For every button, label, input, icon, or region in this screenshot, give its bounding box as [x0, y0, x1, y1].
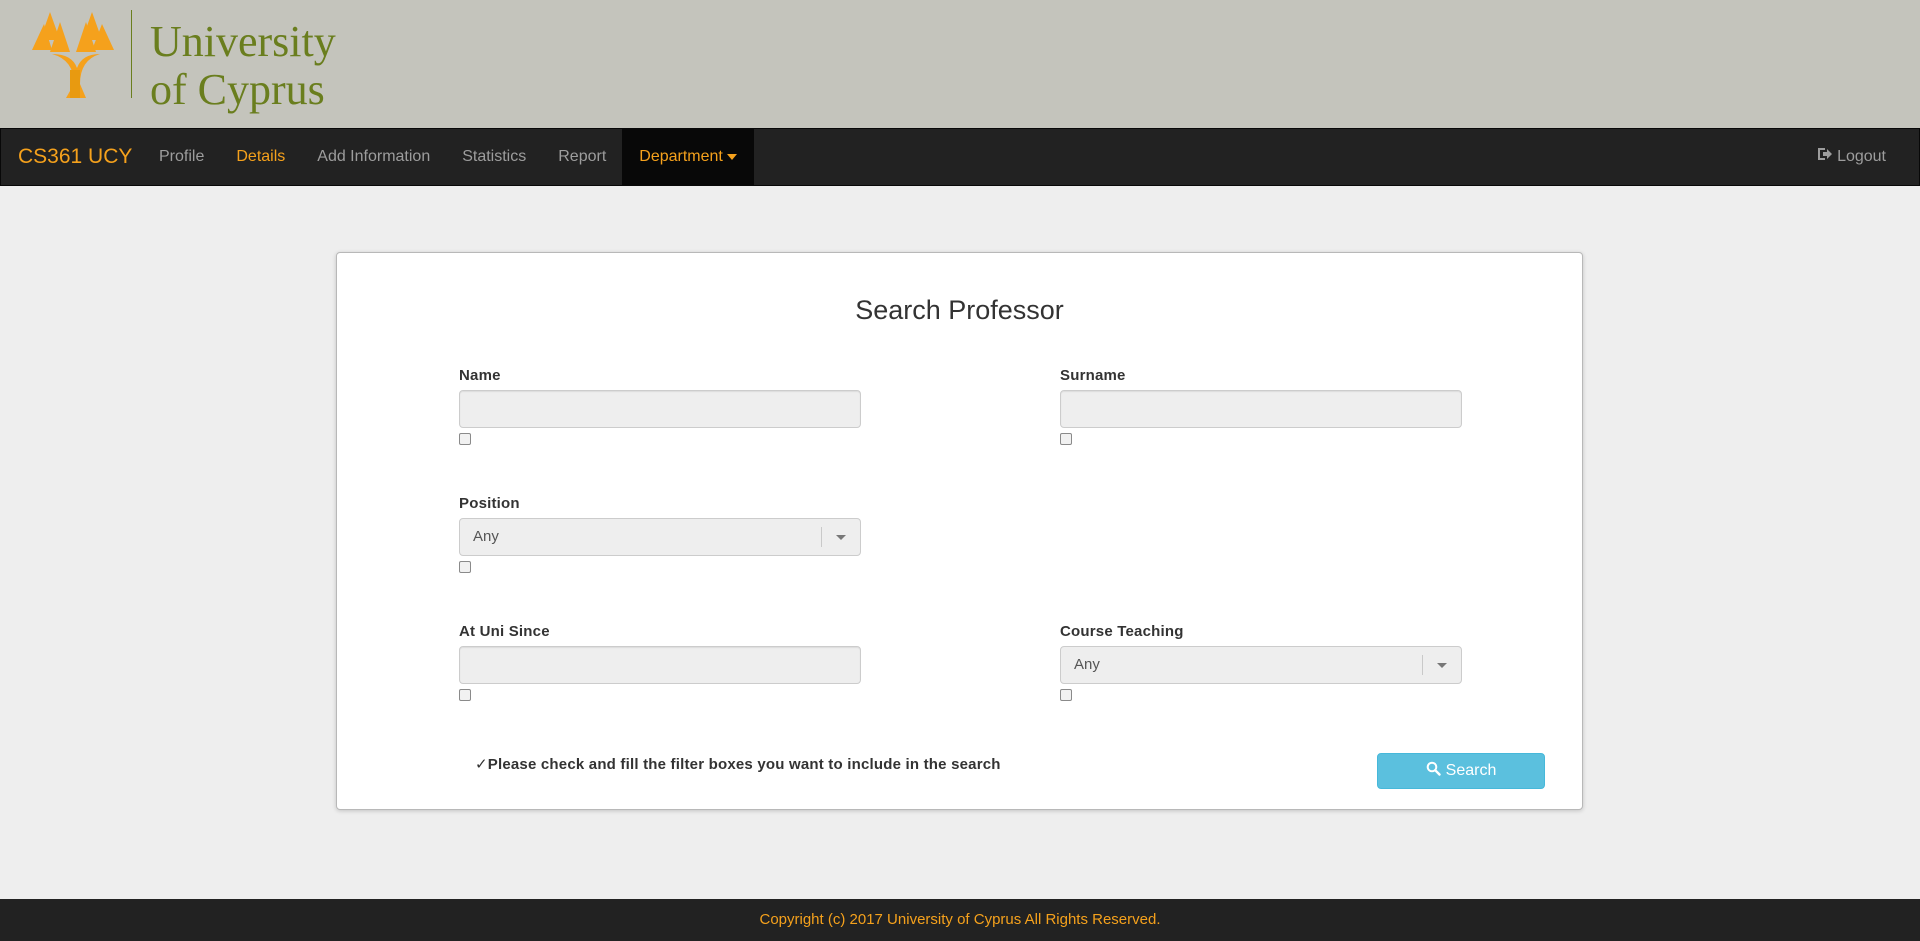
select-divider: [821, 527, 822, 547]
logo-text: University of Cyprus: [150, 18, 336, 114]
position-filter-checkbox[interactable]: [459, 561, 471, 573]
logout-label: Logout: [1837, 148, 1886, 165]
course-teaching-label: Course Teaching: [1060, 623, 1184, 640]
nav-item-department-dropdown[interactable]: Department: [622, 129, 754, 185]
name-filter-checkbox[interactable]: [459, 433, 471, 445]
surname-input[interactable]: [1060, 390, 1462, 428]
at-uni-since-filter-checkbox[interactable]: [459, 689, 471, 701]
copyright-text: Copyright (c) 2017 University of Cyprus …: [759, 911, 1161, 928]
navbar-brand[interactable]: CS361 UCY: [18, 129, 132, 185]
nav-item-profile[interactable]: Profile: [143, 129, 220, 185]
filter-instructions: ✓Please check and fill the filter boxes …: [475, 756, 1001, 773]
logo-text-line2: of Cyprus: [150, 65, 325, 114]
at-uni-since-label: At Uni Since: [459, 623, 550, 640]
position-selected-value: Any: [473, 528, 499, 545]
name-label: Name: [459, 367, 501, 384]
logout-link[interactable]: Logout: [1817, 129, 1886, 185]
site-header: University of Cyprus: [0, 0, 1920, 128]
course-teaching-filter-checkbox[interactable]: [1060, 689, 1072, 701]
at-uni-since-input[interactable]: [459, 646, 861, 684]
department-label: Department: [639, 148, 723, 165]
logo-text-line1: University: [150, 17, 336, 66]
search-professor-panel: Search Professor Name Surname Position A…: [336, 252, 1583, 810]
nav-items: Profile Details Add Information Statisti…: [143, 129, 754, 185]
name-input[interactable]: [459, 390, 861, 428]
nav-item-report[interactable]: Report: [542, 129, 622, 185]
logo-divider: [131, 10, 132, 98]
footer: Copyright (c) 2017 University of Cyprus …: [0, 899, 1920, 941]
name-field-group: Name: [459, 367, 861, 445]
chevron-down-icon: [836, 535, 846, 540]
nav-item-details[interactable]: Details: [220, 129, 301, 185]
course-teaching-selected-value: Any: [1074, 656, 1100, 673]
navbar: CS361 UCY Profile Details Add Informatio…: [0, 128, 1920, 186]
course-teaching-select[interactable]: Any: [1060, 646, 1462, 684]
at-uni-since-field-group: At Uni Since: [459, 623, 861, 701]
surname-filter-checkbox[interactable]: [1060, 433, 1072, 445]
search-button[interactable]: Search: [1377, 753, 1545, 789]
logout-icon: [1817, 129, 1833, 185]
chevron-down-icon: [1437, 663, 1447, 668]
position-field-group: Position Any: [459, 495, 861, 573]
search-button-label: Search: [1445, 762, 1497, 779]
nav-item-statistics[interactable]: Statistics: [446, 129, 542, 185]
position-label: Position: [459, 495, 520, 512]
caret-down-icon: [726, 153, 737, 160]
position-select[interactable]: Any: [459, 518, 861, 556]
course-teaching-field-group: Course Teaching Any: [1060, 623, 1462, 701]
surname-label: Surname: [1060, 367, 1126, 384]
panel-title: Search Professor: [855, 295, 1064, 325]
select-divider: [1422, 655, 1423, 675]
search-icon: [1426, 761, 1441, 781]
nav-item-add-information[interactable]: Add Information: [301, 129, 446, 185]
surname-field-group: Surname: [1060, 367, 1462, 445]
